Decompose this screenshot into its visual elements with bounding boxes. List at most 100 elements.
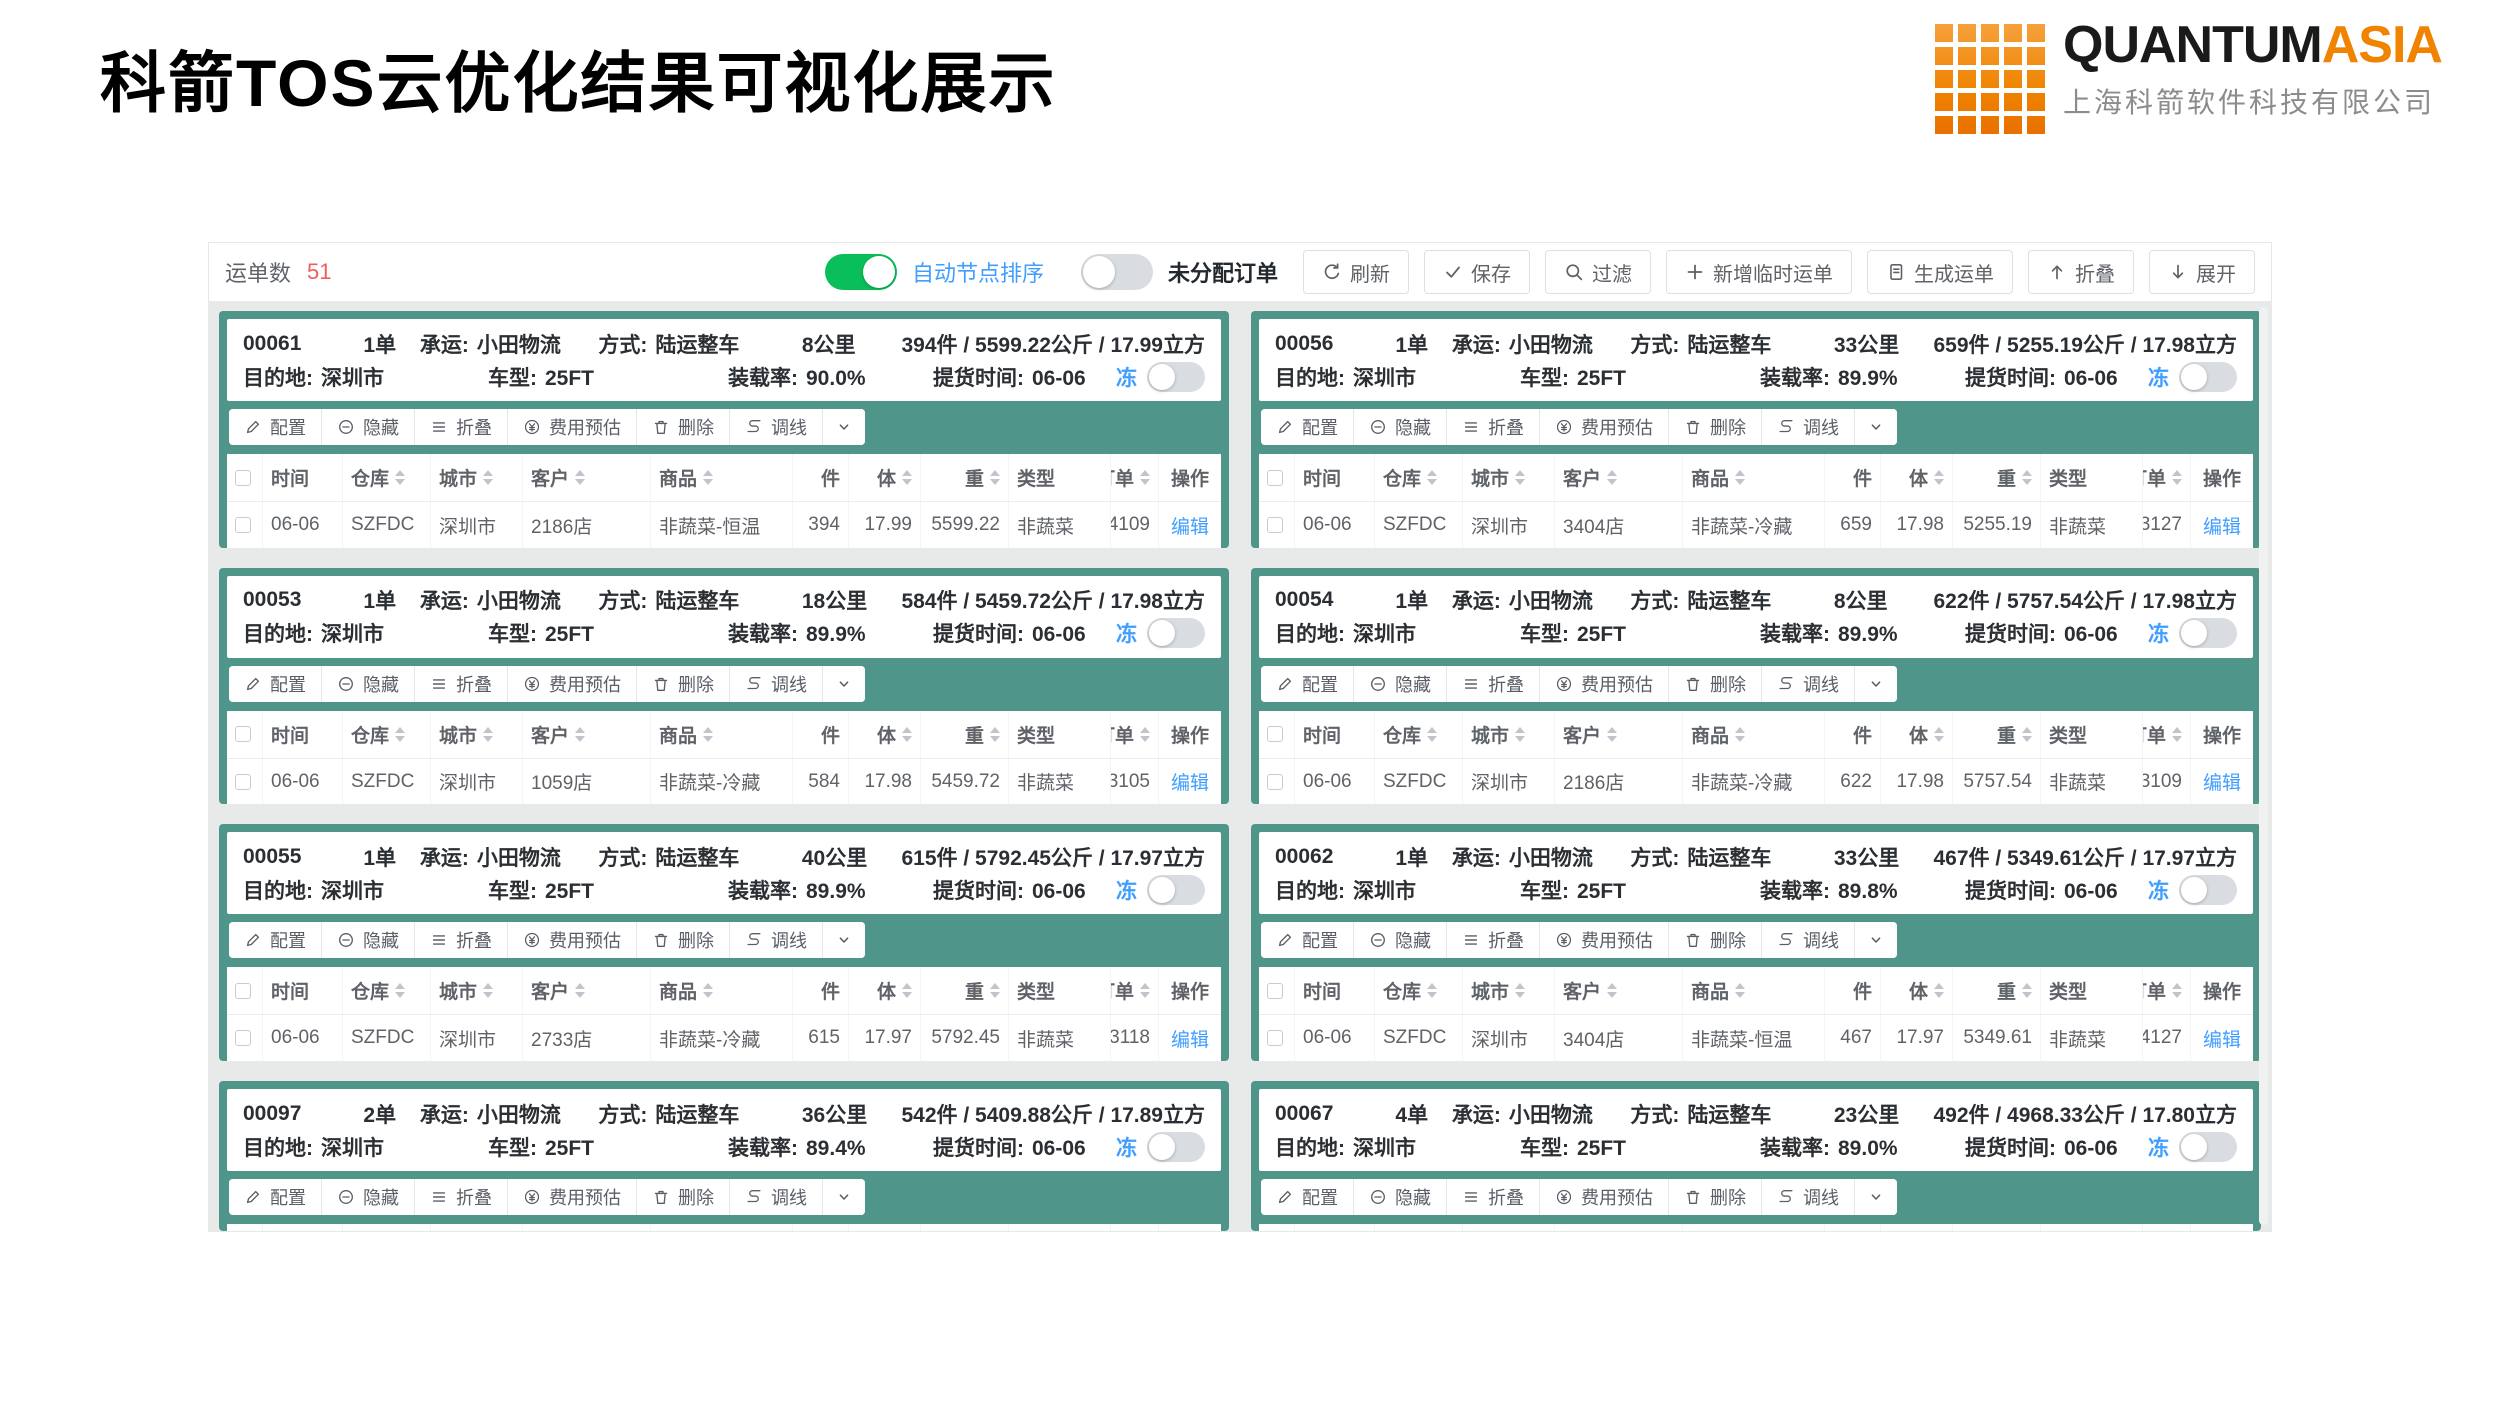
cost-estimate-button[interactable]: 费用预估 <box>508 1179 637 1215</box>
cost-estimate-button[interactable]: 费用预估 <box>508 666 637 702</box>
edit-link[interactable]: 编辑 <box>2203 1025 2241 1052</box>
sort-caret-icon[interactable] <box>1427 470 1437 485</box>
hide-button[interactable]: 隐藏 <box>1354 409 1447 445</box>
edit-link[interactable]: 编辑 <box>1171 768 1209 795</box>
sort-caret-icon[interactable] <box>2022 470 2032 485</box>
sort-caret-icon[interactable] <box>1934 983 1944 998</box>
sort-caret-icon[interactable] <box>395 470 405 485</box>
frozen-toggle[interactable] <box>1147 875 1205 905</box>
configure-button[interactable]: 配置 <box>229 409 322 445</box>
more-actions-button[interactable] <box>1855 666 1897 702</box>
cost-estimate-button[interactable]: 费用预估 <box>1540 1179 1669 1215</box>
save-button[interactable]: 保存 <box>1424 250 1530 294</box>
hide-button[interactable]: 隐藏 <box>322 409 415 445</box>
more-actions-button[interactable] <box>823 922 865 958</box>
fold-button[interactable]: 折叠 <box>1447 409 1540 445</box>
sort-caret-icon[interactable] <box>703 727 713 742</box>
sort-caret-icon[interactable] <box>1140 727 1150 742</box>
sort-caret-icon[interactable] <box>902 983 912 998</box>
sort-caret-icon[interactable] <box>395 727 405 742</box>
configure-button[interactable]: 配置 <box>1261 666 1354 702</box>
filter-button[interactable]: 过滤 <box>1545 250 1651 294</box>
sort-caret-icon[interactable] <box>2022 727 2032 742</box>
sort-caret-icon[interactable] <box>395 983 405 998</box>
adjust-route-button[interactable]: 调线 <box>730 1179 823 1215</box>
row-checkbox[interactable] <box>1267 517 1283 533</box>
hide-button[interactable]: 隐藏 <box>1354 666 1447 702</box>
hide-button[interactable]: 隐藏 <box>1354 922 1447 958</box>
sort-caret-icon[interactable] <box>1607 983 1617 998</box>
row-checkbox[interactable] <box>235 517 251 533</box>
fold-button[interactable]: 折叠 <box>1447 666 1540 702</box>
configure-button[interactable]: 配置 <box>229 922 322 958</box>
select-all-checkbox[interactable] <box>235 726 251 742</box>
frozen-toggle[interactable] <box>2179 362 2237 392</box>
delete-button[interactable]: 删除 <box>1669 409 1762 445</box>
cost-estimate-button[interactable]: 费用预估 <box>1540 666 1669 702</box>
delete-button[interactable]: 删除 <box>637 922 730 958</box>
hide-button[interactable]: 隐藏 <box>322 922 415 958</box>
auto-node-sort-toggle[interactable] <box>825 254 897 290</box>
sort-caret-icon[interactable] <box>483 470 493 485</box>
adjust-route-button[interactable]: 调线 <box>730 922 823 958</box>
more-actions-button[interactable] <box>823 409 865 445</box>
delete-button[interactable]: 删除 <box>1669 922 1762 958</box>
fold-button[interactable]: 折叠 <box>415 922 508 958</box>
sort-caret-icon[interactable] <box>1140 470 1150 485</box>
edit-link[interactable]: 编辑 <box>1171 1025 1209 1052</box>
sort-caret-icon[interactable] <box>1607 470 1617 485</box>
cost-estimate-button[interactable]: 费用预估 <box>1540 409 1669 445</box>
fold-button[interactable]: 折叠 <box>1447 1179 1540 1215</box>
delete-button[interactable]: 删除 <box>1669 1179 1762 1215</box>
more-actions-button[interactable] <box>1855 1179 1897 1215</box>
collapse-all-button[interactable]: 折叠 <box>2028 250 2134 294</box>
unassigned-orders-toggle[interactable] <box>1081 254 1153 290</box>
sort-caret-icon[interactable] <box>703 470 713 485</box>
more-actions-button[interactable] <box>1855 409 1897 445</box>
sort-caret-icon[interactable] <box>902 470 912 485</box>
cost-estimate-button[interactable]: 费用预估 <box>508 409 637 445</box>
adjust-route-button[interactable]: 调线 <box>730 409 823 445</box>
select-all-checkbox[interactable] <box>1267 983 1283 999</box>
adjust-route-button[interactable]: 调线 <box>1762 1179 1855 1215</box>
configure-button[interactable]: 配置 <box>1261 1179 1354 1215</box>
fold-button[interactable]: 折叠 <box>1447 922 1540 958</box>
sort-caret-icon[interactable] <box>990 727 1000 742</box>
frozen-toggle[interactable] <box>1147 1132 1205 1162</box>
more-actions-button[interactable] <box>823 666 865 702</box>
sort-caret-icon[interactable] <box>575 727 585 742</box>
adjust-route-button[interactable]: 调线 <box>730 666 823 702</box>
select-all-checkbox[interactable] <box>235 983 251 999</box>
more-actions-button[interactable] <box>1855 922 1897 958</box>
fold-button[interactable]: 折叠 <box>415 1179 508 1215</box>
delete-button[interactable]: 删除 <box>637 666 730 702</box>
sort-caret-icon[interactable] <box>990 983 1000 998</box>
sort-caret-icon[interactable] <box>990 470 1000 485</box>
adjust-route-button[interactable]: 调线 <box>1762 922 1855 958</box>
sort-caret-icon[interactable] <box>1735 470 1745 485</box>
edit-link[interactable]: 编辑 <box>2203 768 2241 795</box>
sort-caret-icon[interactable] <box>1735 983 1745 998</box>
hide-button[interactable]: 隐藏 <box>1354 1179 1447 1215</box>
edit-link[interactable]: 编辑 <box>2203 512 2241 539</box>
sort-caret-icon[interactable] <box>575 983 585 998</box>
frozen-toggle[interactable] <box>2179 618 2237 648</box>
vertical-scrollbar[interactable] <box>2259 307 2268 1225</box>
select-all-checkbox[interactable] <box>1267 470 1283 486</box>
sort-caret-icon[interactable] <box>483 727 493 742</box>
frozen-toggle[interactable] <box>1147 362 1205 392</box>
sort-caret-icon[interactable] <box>2172 470 2182 485</box>
configure-button[interactable]: 配置 <box>229 1179 322 1215</box>
sort-caret-icon[interactable] <box>575 470 585 485</box>
refresh-button[interactable]: 刷新 <box>1303 250 1409 294</box>
select-all-checkbox[interactable] <box>1267 726 1283 742</box>
add-temp-waybill-button[interactable]: 新增临时运单 <box>1666 250 1852 294</box>
sort-caret-icon[interactable] <box>1934 727 1944 742</box>
row-checkbox[interactable] <box>1267 1030 1283 1046</box>
sort-caret-icon[interactable] <box>703 983 713 998</box>
sort-caret-icon[interactable] <box>2172 983 2182 998</box>
sort-caret-icon[interactable] <box>1735 727 1745 742</box>
sort-caret-icon[interactable] <box>902 727 912 742</box>
hide-button[interactable]: 隐藏 <box>322 666 415 702</box>
sort-caret-icon[interactable] <box>1934 470 1944 485</box>
